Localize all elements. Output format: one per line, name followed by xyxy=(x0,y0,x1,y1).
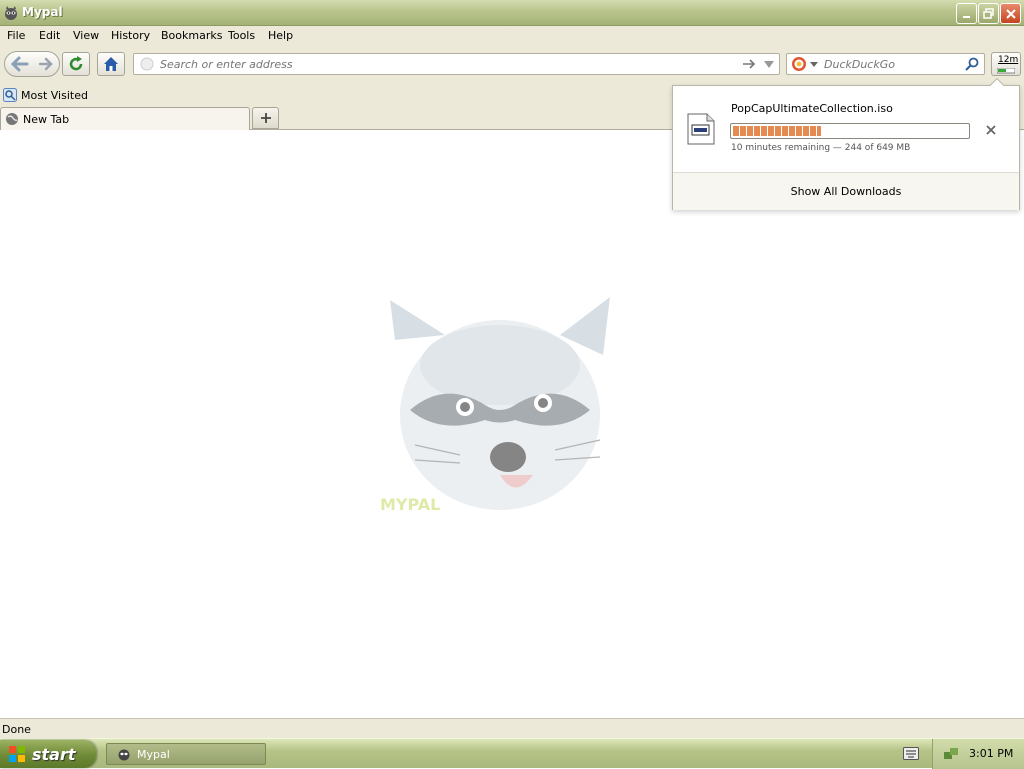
reload-button[interactable] xyxy=(62,52,90,76)
title-bar: Mypal xyxy=(0,0,1024,26)
page-content: MYPAL xyxy=(0,130,1024,718)
back-forward-group xyxy=(4,51,60,77)
close-button[interactable] xyxy=(1000,3,1021,24)
reload-icon xyxy=(69,56,83,71)
home-icon xyxy=(104,57,118,71)
download-progress-bar xyxy=(730,123,970,139)
go-arrow-icon[interactable] xyxy=(742,58,756,70)
show-all-downloads-label: Show All Downloads xyxy=(790,185,902,198)
menu-view[interactable]: View xyxy=(73,29,99,42)
address-input[interactable] xyxy=(158,56,718,72)
home-button[interactable] xyxy=(97,52,125,76)
taskbar: start Mypal 3:01 PM xyxy=(0,738,1024,769)
bookmark-label: Most Visited xyxy=(21,88,88,102)
start-label: start xyxy=(32,744,76,764)
close-icon xyxy=(1005,8,1016,19)
plus-icon xyxy=(260,113,271,123)
history-dropdown-icon[interactable] xyxy=(764,61,774,69)
download-filename: PopCapUltimateCollection.iso xyxy=(731,102,893,115)
menu-bookmarks[interactable]: Bookmarks xyxy=(161,29,222,42)
forward-button[interactable] xyxy=(34,57,58,71)
close-icon xyxy=(986,125,996,135)
clock[interactable]: 3:01 PM xyxy=(969,747,1013,760)
show-all-downloads-button[interactable]: Show All Downloads xyxy=(673,172,1019,210)
logo-text: MYPAL xyxy=(380,495,440,514)
raccoon-icon xyxy=(118,749,130,761)
navigation-toolbar: 12m xyxy=(0,46,1024,84)
start-button[interactable]: start xyxy=(0,740,96,768)
minimize-icon xyxy=(962,15,970,18)
tab-label: New Tab xyxy=(23,113,70,126)
download-progress-fill xyxy=(733,126,821,136)
restore-icon xyxy=(982,7,994,19)
download-status: 10 minutes remaining — 244 of 649 MB xyxy=(731,143,911,153)
engine-dropdown-icon[interactable] xyxy=(810,62,818,68)
mypal-raccoon-logo: MYPAL xyxy=(380,297,610,514)
duckduckgo-icon[interactable] xyxy=(791,56,807,72)
new-tab-button[interactable] xyxy=(252,107,279,129)
system-tray: 3:01 PM xyxy=(932,739,1024,769)
network-icon[interactable] xyxy=(943,746,959,762)
search-icon[interactable] xyxy=(965,57,979,71)
windows-logo-icon xyxy=(9,746,25,762)
page-identity-icon xyxy=(140,57,154,71)
menu-edit[interactable]: Edit xyxy=(39,29,60,42)
menu-help[interactable]: Help xyxy=(268,29,293,42)
keyboard-icon[interactable] xyxy=(903,747,919,761)
forward-arrow-icon xyxy=(39,57,53,71)
search-input[interactable] xyxy=(822,56,957,72)
window-title: Mypal xyxy=(22,5,63,19)
downloads-time-label: 12m xyxy=(998,55,1019,65)
downloads-panel: PopCapUltimateCollection.iso 10 minutes … xyxy=(672,77,1020,210)
taskbar-item-mypal[interactable]: Mypal xyxy=(106,743,266,765)
downloads-progress-icon xyxy=(997,68,1015,74)
status-text: Done xyxy=(2,723,31,736)
iso-file-icon xyxy=(687,113,715,145)
menu-tools[interactable]: Tools xyxy=(228,29,255,42)
taskbar-item-label: Mypal xyxy=(137,747,170,761)
bookmark-most-visited[interactable]: Most Visited xyxy=(3,86,88,104)
menu-bar: File Edit View History Bookmarks Tools H… xyxy=(0,26,1024,46)
raccoon-icon xyxy=(3,5,19,21)
back-button[interactable] xyxy=(6,56,34,72)
search-bar[interactable] xyxy=(786,53,985,75)
downloads-button[interactable]: 12m xyxy=(991,52,1021,76)
restore-button[interactable] xyxy=(978,3,999,24)
tab-new-tab[interactable]: New Tab xyxy=(0,107,250,130)
most-visited-icon xyxy=(3,88,17,102)
globe-icon xyxy=(6,113,18,125)
address-bar[interactable] xyxy=(133,53,780,75)
status-bar: Done xyxy=(0,718,1024,738)
back-arrow-icon xyxy=(11,56,29,72)
menu-file[interactable]: File xyxy=(7,29,25,42)
minimize-button[interactable] xyxy=(956,3,977,24)
menu-history[interactable]: History xyxy=(111,29,150,42)
cancel-download-button[interactable] xyxy=(983,122,999,138)
